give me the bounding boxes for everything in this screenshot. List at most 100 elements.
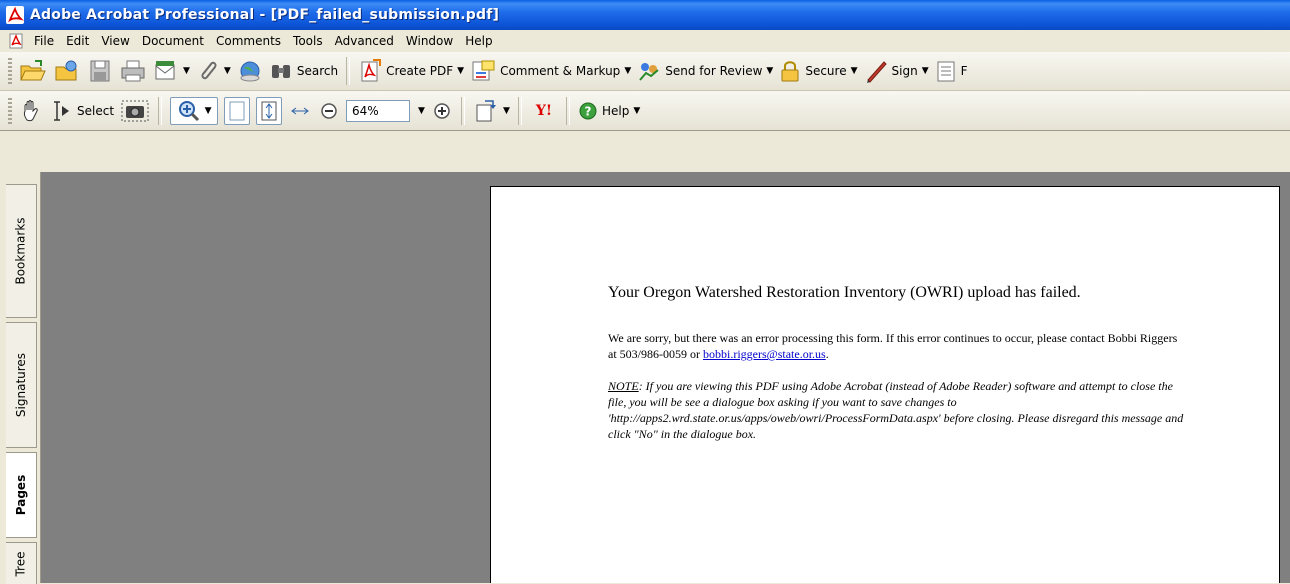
create-pdf-icon [361,59,382,82]
save-button[interactable] [84,56,116,86]
actual-size-button[interactable] [221,96,253,126]
sign-button[interactable]: Sign ▼ [861,56,932,86]
menu-tools[interactable]: Tools [287,34,329,48]
menu-view[interactable]: View [95,34,135,48]
rotate-view-button[interactable]: ▼ [470,96,513,126]
help-button[interactable]: ? Help ▼ [575,96,643,126]
toolbar-separator [566,96,571,125]
zoom-in-tool-button[interactable]: ▼ [167,96,221,126]
search-label: Search [296,64,339,78]
rotate-page-icon [476,99,496,121]
organizer-icon [55,60,77,81]
chevron-down-icon[interactable]: ▼ [633,106,640,116]
hand-tool-button[interactable] [16,96,48,126]
chevron-down-icon[interactable]: ▼ [418,106,425,116]
menu-comments[interactable]: Comments [210,34,287,48]
print-button[interactable] [116,56,150,86]
fit-width-button[interactable] [285,96,315,126]
review-icon [639,63,659,81]
zoom-out-button[interactable] [315,96,343,126]
pdf-page[interactable]: Your Oregon Watershed Restoration Invent… [490,186,1280,583]
chevron-down-icon[interactable]: ▼ [922,66,929,76]
menu-file[interactable]: File [28,34,60,48]
tab-pages[interactable]: Pages [6,452,37,538]
create-pdf-button[interactable]: Create PDF ▼ [355,56,467,86]
toolbar-grip[interactable] [8,58,12,84]
fit-page-icon [261,101,277,120]
email-button[interactable]: ▼ [150,56,193,86]
window-title: Adobe Acrobat Professional - [PDF_failed… [30,7,500,23]
chevron-down-icon[interactable]: ▼ [624,66,631,76]
text-cursor-icon [54,100,69,121]
attach-button[interactable]: ▼ [193,56,234,86]
snapshot-button[interactable] [117,96,153,126]
zoom-tool-box[interactable]: ▼ [170,96,219,125]
secure-button[interactable]: Secure ▼ [776,56,860,86]
select-tool-button[interactable]: Select [48,96,117,126]
yahoo-button[interactable]: Y! [527,96,561,126]
page-box [224,96,251,125]
menu-window[interactable]: Window [400,34,459,48]
hand-icon [23,99,38,121]
svg-text:?: ? [585,104,592,118]
tab-signatures[interactable]: Signatures [6,322,37,448]
fit-width-icon [291,107,309,114]
tab-tree-label: Tree [13,550,28,577]
menu-document[interactable]: Document [136,34,210,48]
tab-bookmarks[interactable]: Bookmarks [6,184,37,318]
note-paragraph: NOTE: If you are viewing this PDF using … [608,378,1188,442]
menu-help[interactable]: Help [459,34,498,48]
navigation-pane: Bookmarks Signatures Pages Tree [0,172,41,584]
zoom-level-input[interactable] [346,99,411,122]
title-bar: Adobe Acrobat Professional - [PDF_failed… [0,0,1290,30]
open-folder-icon [20,60,46,81]
send-for-review-button[interactable]: Send for Review ▼ [634,56,776,86]
forms-button[interactable]: F [932,56,971,86]
chevron-down-icon[interactable]: ▼ [457,66,464,76]
web-button[interactable] [234,56,266,86]
page-heading: Your Oregon Watershed Restoration Invent… [608,284,1081,301]
organizer-button[interactable] [50,56,84,86]
comment-markup-label: Comment & Markup [500,64,621,78]
chevron-down-icon[interactable]: ▼ [851,66,858,76]
menu-advanced[interactable]: Advanced [329,34,400,48]
chevron-down-icon[interactable]: ▼ [503,106,510,116]
document-icon[interactable] [8,33,24,49]
comment-markup-button[interactable]: Comment & Markup ▼ [467,56,634,86]
magnifier-plus-icon [178,100,199,121]
open-button[interactable] [16,56,50,86]
binoculars-icon [271,65,290,78]
sign-label: Sign [891,64,918,78]
chevron-down-icon[interactable]: ▼ [224,66,231,76]
menu-edit[interactable]: Edit [60,34,95,48]
view-toolbar: Select ▼ 64% ▼ ▼ Y! ? Help ▼ [0,91,1290,131]
error-paragraph: We are sorry, but there was an error pro… [608,330,1188,362]
forms-label: F [960,64,968,78]
chevron-down-icon[interactable]: ▼ [766,66,773,76]
toolbar-grip[interactable] [8,97,12,124]
create-pdf-label: Create PDF [386,64,454,78]
note-label: NOTE [608,379,639,393]
camera-icon [121,100,149,121]
actual-size-icon [229,101,245,120]
help-label: Help [602,103,630,118]
forms-icon [937,61,955,82]
comment-icon [472,60,495,81]
tab-tree[interactable]: Tree [6,542,37,584]
chevron-down-icon[interactable]: ▼ [183,66,190,76]
file-toolbar: ▼ ▼ Search Create PDF ▼ Comment & Markup… [0,52,1290,91]
help-icon: ? [579,102,597,119]
chevron-down-icon[interactable]: ▼ [205,106,212,116]
select-label: Select [77,103,115,118]
fit-page-button[interactable] [253,96,285,126]
toolbar-separator [346,57,351,85]
search-button[interactable]: Search [266,56,341,86]
tab-pages-label: Pages [14,474,29,516]
document-viewer[interactable]: Your Oregon Watershed Restoration Invent… [41,172,1290,583]
page-content: Your Oregon Watershed Restoration Invent… [608,284,1188,454]
zoom-in-button[interactable] [428,96,456,126]
globe-icon [240,61,260,82]
viewer-background [49,172,490,583]
email-link[interactable]: bobbi.riggers@state.or.us [703,347,826,361]
note-text: : If you are viewing this PDF using Adob… [608,379,1184,441]
